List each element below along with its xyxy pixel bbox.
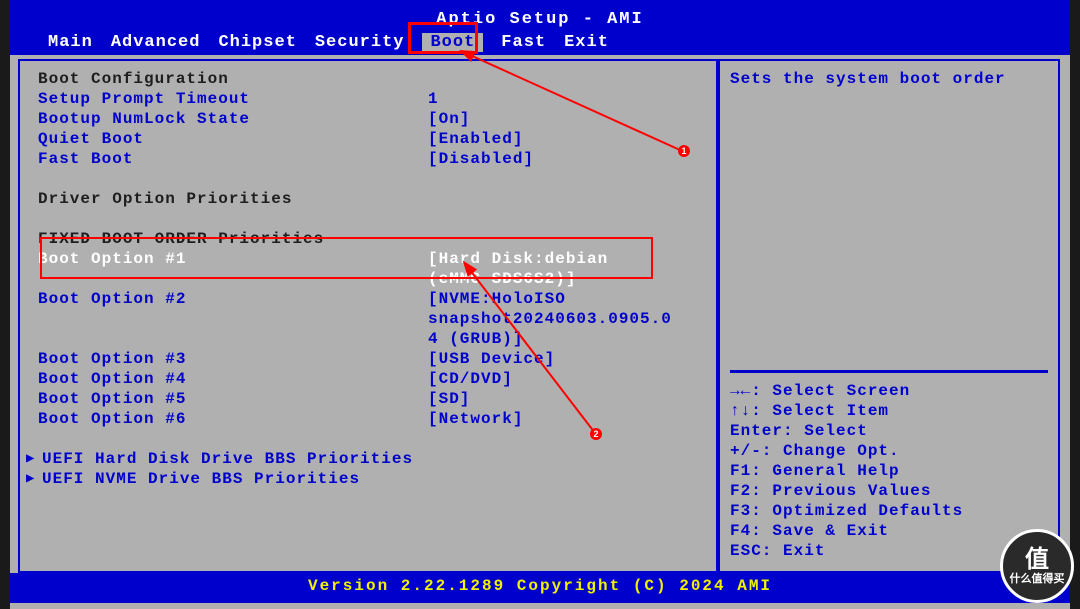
tab-boot[interactable]: Boot [422, 33, 483, 52]
boot-option-2-cont1: snapshot20240603.0905.0 [20, 309, 716, 329]
triangle-icon: ▶ [26, 469, 36, 489]
tab-main[interactable]: Main [48, 33, 93, 52]
main-panel: Boot Configuration Setup Prompt Timeout … [18, 59, 718, 573]
footer-bar: Version 2.22.1289 Copyright (C) 2024 AMI [10, 573, 1070, 603]
boot-option-2-cont2: 4 (GRUB)] [20, 329, 716, 349]
body-area: Boot Configuration Setup Prompt Timeout … [10, 55, 1070, 573]
boot-option-5[interactable]: Boot Option #5 [SD] [20, 389, 716, 409]
help-f2-previous: F2: Previous Values [730, 481, 1048, 501]
annotation-dot-1: 1 [678, 145, 690, 157]
help-f1-general: F1: General Help [730, 461, 1048, 481]
tab-security[interactable]: Security [315, 33, 405, 52]
submenu-uefi-hdd-bbs[interactable]: ▶ UEFI Hard Disk Drive BBS Priorities [20, 449, 716, 469]
help-panel: Sets the system boot order →←: Select Sc… [718, 59, 1060, 573]
item-bootup-numlock-state[interactable]: Bootup NumLock State [On] [20, 109, 716, 129]
item-setup-prompt-timeout[interactable]: Setup Prompt Timeout 1 [20, 89, 716, 109]
help-f4-save-exit: F4: Save & Exit [730, 521, 1048, 541]
help-select-item: ↑↓: Select Item [730, 401, 1048, 421]
section-fixed-boot-order: FIXED BOOT ORDER Priorities [20, 229, 716, 249]
help-navigation: →←: Select Screen ↑↓: Select Item Enter:… [730, 370, 1048, 561]
tab-advanced[interactable]: Advanced [111, 33, 201, 52]
tab-chipset[interactable]: Chipset [218, 33, 296, 52]
boot-option-1-cont: (eMMC SDS6S2)] [20, 269, 716, 289]
item-quiet-boot[interactable]: Quiet Boot [Enabled] [20, 129, 716, 149]
boot-option-4[interactable]: Boot Option #4 [CD/DVD] [20, 369, 716, 389]
help-select-screen: →←: Select Screen [730, 381, 1048, 401]
help-change-opt: +/-: Change Opt. [730, 441, 1048, 461]
bios-screen: Aptio Setup - AMI Main Advanced Chipset … [10, 0, 1070, 609]
tab-bar: Main Advanced Chipset Security Boot Fast… [10, 29, 1070, 52]
tab-exit[interactable]: Exit [564, 33, 609, 52]
help-f3-optimized: F3: Optimized Defaults [730, 501, 1048, 521]
boot-option-1[interactable]: Boot Option #1 [Hard Disk:debian [20, 249, 716, 269]
boot-option-2[interactable]: Boot Option #2 [NVME:HoloISO [20, 289, 716, 309]
boot-option-3[interactable]: Boot Option #3 [USB Device] [20, 349, 716, 369]
app-title: Aptio Setup - AMI [10, 10, 1070, 29]
section-driver-option-priorities: Driver Option Priorities [20, 189, 716, 209]
boot-option-6[interactable]: Boot Option #6 [Network] [20, 409, 716, 429]
submenu-uefi-nvme-bbs[interactable]: ▶ UEFI NVME Drive BBS Priorities [20, 469, 716, 489]
header-bar: Aptio Setup - AMI Main Advanced Chipset … [10, 0, 1070, 55]
tab-fast[interactable]: Fast [501, 33, 546, 52]
triangle-icon: ▶ [26, 449, 36, 469]
watermark-small: 什么值得买 [1010, 573, 1065, 585]
help-enter-select: Enter: Select [730, 421, 1048, 441]
item-fast-boot[interactable]: Fast Boot [Disabled] [20, 149, 716, 169]
watermark-big: 值 [1025, 547, 1049, 573]
annotation-dot-2: 2 [590, 428, 602, 440]
section-boot-config: Boot Configuration [20, 69, 716, 89]
help-description: Sets the system boot order [730, 69, 1048, 89]
watermark-badge: 值 什么值得买 [1000, 529, 1074, 603]
